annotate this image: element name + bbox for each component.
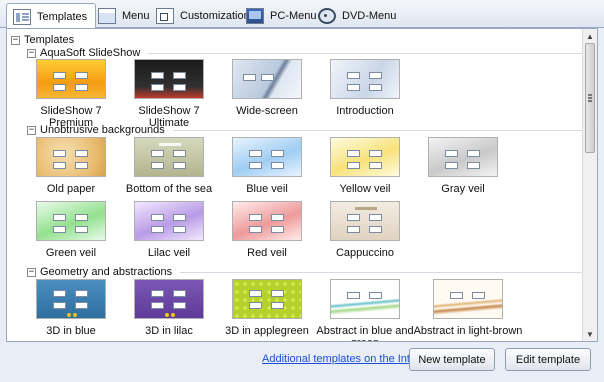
template-introduction[interactable]: Introduction [317, 59, 413, 117]
template-label: Blue veil [246, 183, 288, 195]
template-old-paper[interactable]: Old paper [23, 137, 119, 195]
tab-bar: Templates Menu Customization PC-Menu DVD… [0, 0, 604, 29]
tab-dvd-menu[interactable]: DVD-Menu [312, 3, 404, 28]
template-label: Abstract in light-brown [413, 325, 523, 337]
template-yellow-veil[interactable]: Yellow veil [317, 137, 413, 195]
template-3d-in-lilac[interactable]: 3D in lilac [121, 279, 217, 337]
template-preview [330, 137, 400, 177]
template-abstract-in-light-brown[interactable]: Abstract in light-brown [409, 279, 527, 337]
template-preview [232, 279, 302, 319]
template-preview [330, 279, 400, 319]
template-preview [36, 279, 106, 319]
template-preview [134, 201, 204, 241]
group-label: Unobtrusive backgrounds [40, 124, 165, 136]
group-divider [172, 129, 583, 131]
template-preview [232, 137, 302, 177]
template-label: Bottom of the sea [125, 183, 213, 195]
tab-templates[interactable]: Templates [6, 3, 97, 29]
group-unobtrusive-backgrounds[interactable]: − Unobtrusive backgrounds [27, 123, 583, 137]
templates-panel: − Templates − AquaSoft SlideShow SlideSh… [6, 28, 598, 342]
template-preview [330, 201, 400, 241]
template-preview [134, 137, 204, 177]
template-slideshow-7-premium[interactable]: SlideShow 7 Premium [23, 59, 119, 129]
template-red-veil[interactable]: Red veil [219, 201, 315, 259]
tab-label: PC-Menu [270, 9, 317, 22]
template-label: Cappuccino [335, 247, 395, 259]
template-label: Old paper [46, 183, 96, 195]
scroll-up-icon[interactable]: ▲ [583, 29, 597, 43]
template-label: Green veil [45, 247, 97, 259]
template-slideshow-7-ultimate[interactable]: SlideShow 7 Ultimate [121, 59, 217, 129]
template-preview [330, 59, 400, 99]
template-green-veil[interactable]: Green veil [23, 201, 119, 259]
template-label: 3D in applegreen [225, 325, 309, 337]
template-preview [36, 59, 106, 99]
tree-root-label: Templates [24, 34, 75, 46]
template-preview [232, 201, 302, 241]
group-geometry-and-abstractions[interactable]: − Geometry and abstractions [27, 265, 583, 279]
group-divider [148, 52, 583, 54]
template-wide-screen[interactable]: Wide-screen [219, 59, 315, 117]
template-gray-veil[interactable]: Gray veil [415, 137, 511, 195]
collapse-icon[interactable]: − [27, 125, 36, 135]
template-3d-in-applegreen[interactable]: 3D in applegreen [219, 279, 315, 337]
group-label: Geometry and abstractions [40, 266, 173, 278]
tab-label: DVD-Menu [342, 9, 397, 22]
vertical-scrollbar[interactable]: ▲ ▼ [582, 29, 597, 341]
tree-root-templates[interactable]: − Templates [11, 33, 74, 47]
template-preview [134, 59, 204, 99]
tab-label: Templates [37, 10, 88, 23]
menu-icon [98, 7, 116, 24]
scroll-down-icon[interactable]: ▼ [583, 327, 597, 341]
template-blue-veil[interactable]: Blue veil [219, 137, 315, 195]
group-aquasoft-slideshow[interactable]: − AquaSoft SlideShow [27, 46, 583, 60]
template-bottom-of-the-sea[interactable]: Bottom of the sea [121, 137, 217, 195]
templates-icon [13, 8, 31, 25]
template-preview [134, 279, 204, 319]
group-divider [180, 271, 583, 273]
new-template-button[interactable]: New template [409, 348, 495, 371]
template-label: 3D in blue [46, 325, 96, 337]
edit-template-button[interactable]: Edit template [505, 348, 591, 371]
template-label: Introduction [336, 105, 394, 117]
tab-label: Menu [122, 9, 150, 22]
template-label: Wide-screen [236, 105, 298, 117]
template-preview [433, 279, 503, 319]
template-preview [232, 59, 302, 99]
collapse-icon[interactable]: − [11, 35, 20, 45]
template-cappuccino[interactable]: Cappuccino [317, 201, 413, 259]
collapse-icon[interactable]: − [27, 267, 36, 277]
template-label: Abstract in blue and green [316, 325, 414, 341]
template-3d-in-blue[interactable]: 3D in blue [23, 279, 119, 337]
group-label: AquaSoft SlideShow [40, 47, 141, 59]
template-preview [36, 201, 106, 241]
customization-icon [156, 7, 174, 24]
scroll-thumb[interactable] [585, 43, 595, 153]
dvd-icon [318, 7, 336, 24]
tab-menu[interactable]: Menu [92, 3, 158, 28]
template-label: Yellow veil [339, 183, 391, 195]
template-label: 3D in lilac [145, 325, 193, 337]
template-label: Lilac veil [147, 247, 191, 259]
pc-menu-icon [246, 7, 264, 24]
template-abstract-in-blue-and-green[interactable]: Abstract in blue and green [313, 279, 417, 341]
template-lilac-veil[interactable]: Lilac veil [121, 201, 217, 259]
template-label: Red veil [247, 247, 287, 259]
collapse-icon[interactable]: − [27, 48, 36, 58]
template-label: Gray veil [441, 183, 485, 195]
template-preview [428, 137, 498, 177]
template-preview [36, 137, 106, 177]
